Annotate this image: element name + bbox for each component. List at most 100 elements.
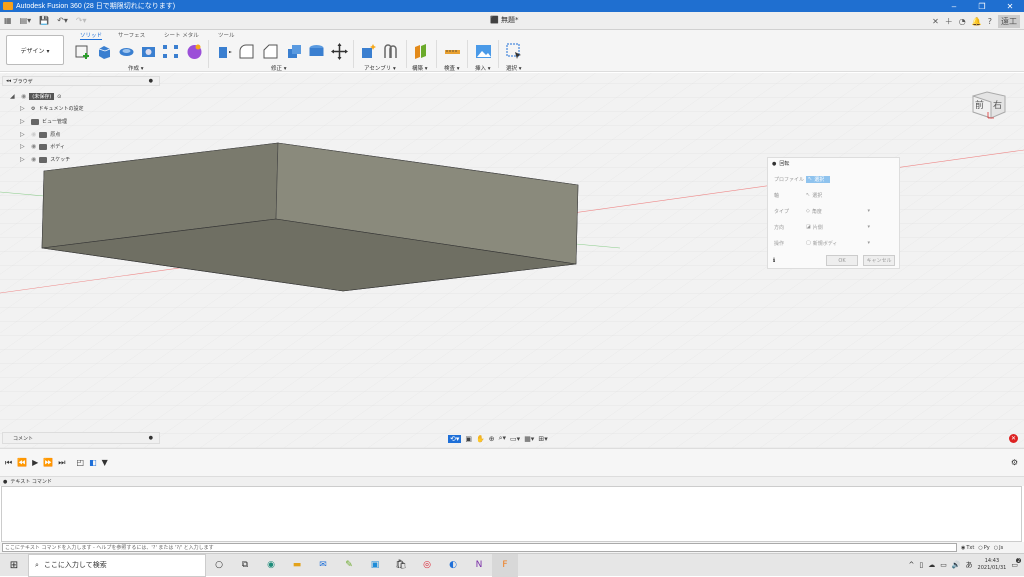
ok-button[interactable]: OK <box>826 255 858 266</box>
expand-triangle-icon[interactable]: ▷ <box>20 143 28 150</box>
select-icon[interactable] <box>506 43 523 60</box>
dialog-collapse-icon[interactable]: ● <box>772 161 776 167</box>
comments-pin-icon[interactable]: ● <box>149 435 153 441</box>
mode-js-radio[interactable]: ○ Js <box>994 545 1003 551</box>
go-to-start-icon[interactable]: ⏮ <box>5 458 12 468</box>
combine-icon[interactable] <box>308 43 325 60</box>
expand-triangle-icon[interactable]: ▷ <box>20 131 28 138</box>
browser-root[interactable]: ◢ ◉ (未保存) ⊙ <box>10 91 61 102</box>
operation-dropdown[interactable]: ▢ 新規ボディ ▾ <box>806 240 870 247</box>
timeline-extrude-feature-icon[interactable]: ◧ <box>89 458 97 467</box>
press-pull-icon[interactable] <box>216 43 233 60</box>
offset-plane-icon[interactable] <box>413 43 430 60</box>
active-radio-icon[interactable]: ⊙ <box>57 94 61 100</box>
step-back-icon[interactable]: ⏪ <box>17 458 27 467</box>
pan-hand-icon[interactable]: ✋ <box>476 435 485 443</box>
taskbar-clock[interactable]: 14:43 2021/01/31 <box>978 558 1007 572</box>
viewcube-right-face[interactable]: 右 <box>993 99 1002 111</box>
network-icon[interactable]: ▭ <box>940 561 947 569</box>
info-icon[interactable]: ℹ <box>773 257 775 264</box>
skype-icon[interactable]: ◐ <box>440 554 466 577</box>
hole-icon[interactable] <box>140 43 157 60</box>
create-form-icon[interactable] <box>186 43 203 60</box>
fusion360-taskbar-icon[interactable]: F <box>492 553 518 577</box>
new-tab-plus-icon[interactable]: ＋ <box>945 16 953 27</box>
close-window-button[interactable]: ✕ <box>996 2 1024 11</box>
volume-icon[interactable]: 🔊 <box>952 561 961 569</box>
task-view-icon[interactable]: ⧉ <box>232 554 258 577</box>
timeline-settings-gear-icon[interactable]: ⚙ <box>1011 458 1018 467</box>
viewcube-front-face[interactable]: 前 <box>975 99 984 111</box>
error-icon[interactable]: ✕ <box>1009 434 1018 443</box>
tab-sheet-metal[interactable]: シート メタル <box>164 31 199 39</box>
insert-menu[interactable]: 挿入 ▾ <box>475 64 491 72</box>
play-icon[interactable]: ▶ <box>32 458 38 467</box>
job-status-icon[interactable]: ◔ <box>959 17 966 26</box>
taskbar-search-box[interactable]: ⌕ ここに入力して検索 <box>28 553 206 577</box>
ime-mode-icon[interactable]: あ <box>966 560 973 570</box>
expand-triangle-icon[interactable]: ▷ <box>20 118 28 125</box>
onedrive-cloud-icon[interactable]: ☁ <box>928 561 935 569</box>
close-tab-icon[interactable]: ✕ <box>932 17 939 26</box>
visibility-eye-icon[interactable]: ◉ <box>31 156 36 163</box>
notification-bell-icon[interactable]: 🔔 <box>972 17 982 26</box>
zoom-icon[interactable]: ⊕ <box>489 435 495 443</box>
edge-browser-icon[interactable]: ◉ <box>258 554 284 577</box>
onenote-icon[interactable]: N <box>466 554 492 577</box>
orbit-icon[interactable]: ⟲▾ <box>448 434 462 443</box>
tab-surface[interactable]: サーフェス <box>118 31 145 39</box>
viewports-icon[interactable]: ⊞▾ <box>538 435 547 443</box>
fillet-icon[interactable] <box>238 43 255 60</box>
cancel-button[interactable]: キャンセル <box>863 255 895 266</box>
data-panel-grid-icon[interactable]: ▦ <box>0 16 16 25</box>
undo-icon[interactable]: ↶▾ <box>53 16 72 25</box>
file-menu-icon[interactable]: ▤▾ <box>16 16 36 25</box>
expand-triangle-icon[interactable]: ▷ <box>20 105 28 112</box>
browser-item-sketches[interactable]: ▷ ◉ スケッチ <box>20 154 70 165</box>
shell-icon[interactable] <box>286 43 303 60</box>
chrome-icon[interactable]: ◎ <box>414 554 440 577</box>
tray-meet-icon[interactable]: ▯ <box>919 561 923 569</box>
move-icon[interactable] <box>331 43 348 60</box>
create-sketch-icon[interactable] <box>74 43 91 60</box>
visibility-eye-icon[interactable]: ◉ <box>31 143 36 150</box>
maximize-button[interactable]: ❐ <box>968 2 996 11</box>
document-tab[interactable]: ⬛ 無題* <box>490 15 518 25</box>
help-icon[interactable]: ? <box>988 17 992 26</box>
workspace-switcher-button[interactable]: デザイン ▾ <box>6 35 64 65</box>
browser-item-named-views[interactable]: ▷ ビュー管理 <box>20 116 67 127</box>
text-command-collapse-icon[interactable]: ● <box>3 479 7 485</box>
insert-canvas-icon[interactable] <box>475 43 492 60</box>
cortana-circle-icon[interactable]: ○ <box>206 554 232 577</box>
extrude-icon[interactable] <box>96 43 113 60</box>
grid-settings-icon[interactable]: ▦▾ <box>524 435 534 443</box>
file-explorer-icon[interactable]: ▬ <box>284 554 310 577</box>
mode-py-radio[interactable]: ○ Py <box>978 545 989 551</box>
browser-pin-icon[interactable]: ● <box>149 78 153 84</box>
action-center-icon[interactable]: ▭ 2 <box>1011 558 1021 569</box>
visibility-eye-icon[interactable]: ◉ <box>31 131 36 138</box>
new-component-icon[interactable] <box>360 43 377 60</box>
browser-item-origin[interactable]: ▷ ◉ 原点 <box>20 129 60 140</box>
visibility-eye-icon[interactable]: ◉ <box>21 93 26 100</box>
browser-item-bodies[interactable]: ▷ ◉ ボディ <box>20 141 65 152</box>
zoom-window-icon[interactable]: ⌕▾ <box>499 434 506 443</box>
go-to-end-icon[interactable]: ⏭ <box>58 458 65 468</box>
comments-panel[interactable]: コメント ● <box>2 432 160 444</box>
tray-chevron-up-icon[interactable]: ^ <box>908 561 914 569</box>
timeline-marker-icon[interactable]: ▼ <box>102 458 108 467</box>
view-cube[interactable]: 前 右 <box>968 88 1008 122</box>
expand-triangle-icon[interactable]: ◢ <box>10 93 18 100</box>
display-settings-icon[interactable]: ▭▾ <box>510 435 520 443</box>
revolve-icon[interactable] <box>118 43 135 60</box>
profile-select-button[interactable]: ↖ 選択 <box>806 175 830 183</box>
select-menu[interactable]: 選択 ▾ <box>506 64 522 72</box>
text-command-input[interactable]: ここにテキスト コマンドを入力します - ヘルプを参照するには、'?' または … <box>2 543 957 552</box>
look-at-icon[interactable]: ▣ <box>465 435 472 443</box>
tab-tools[interactable]: ツール <box>218 31 235 39</box>
minimize-button[interactable]: – <box>940 2 968 11</box>
expand-triangle-icon[interactable]: ▷ <box>20 156 28 163</box>
user-avatar[interactable]: 遠工 <box>998 14 1020 28</box>
construct-menu[interactable]: 構築 ▾ <box>412 64 428 72</box>
redo-icon[interactable]: ↷▾ <box>72 16 91 25</box>
